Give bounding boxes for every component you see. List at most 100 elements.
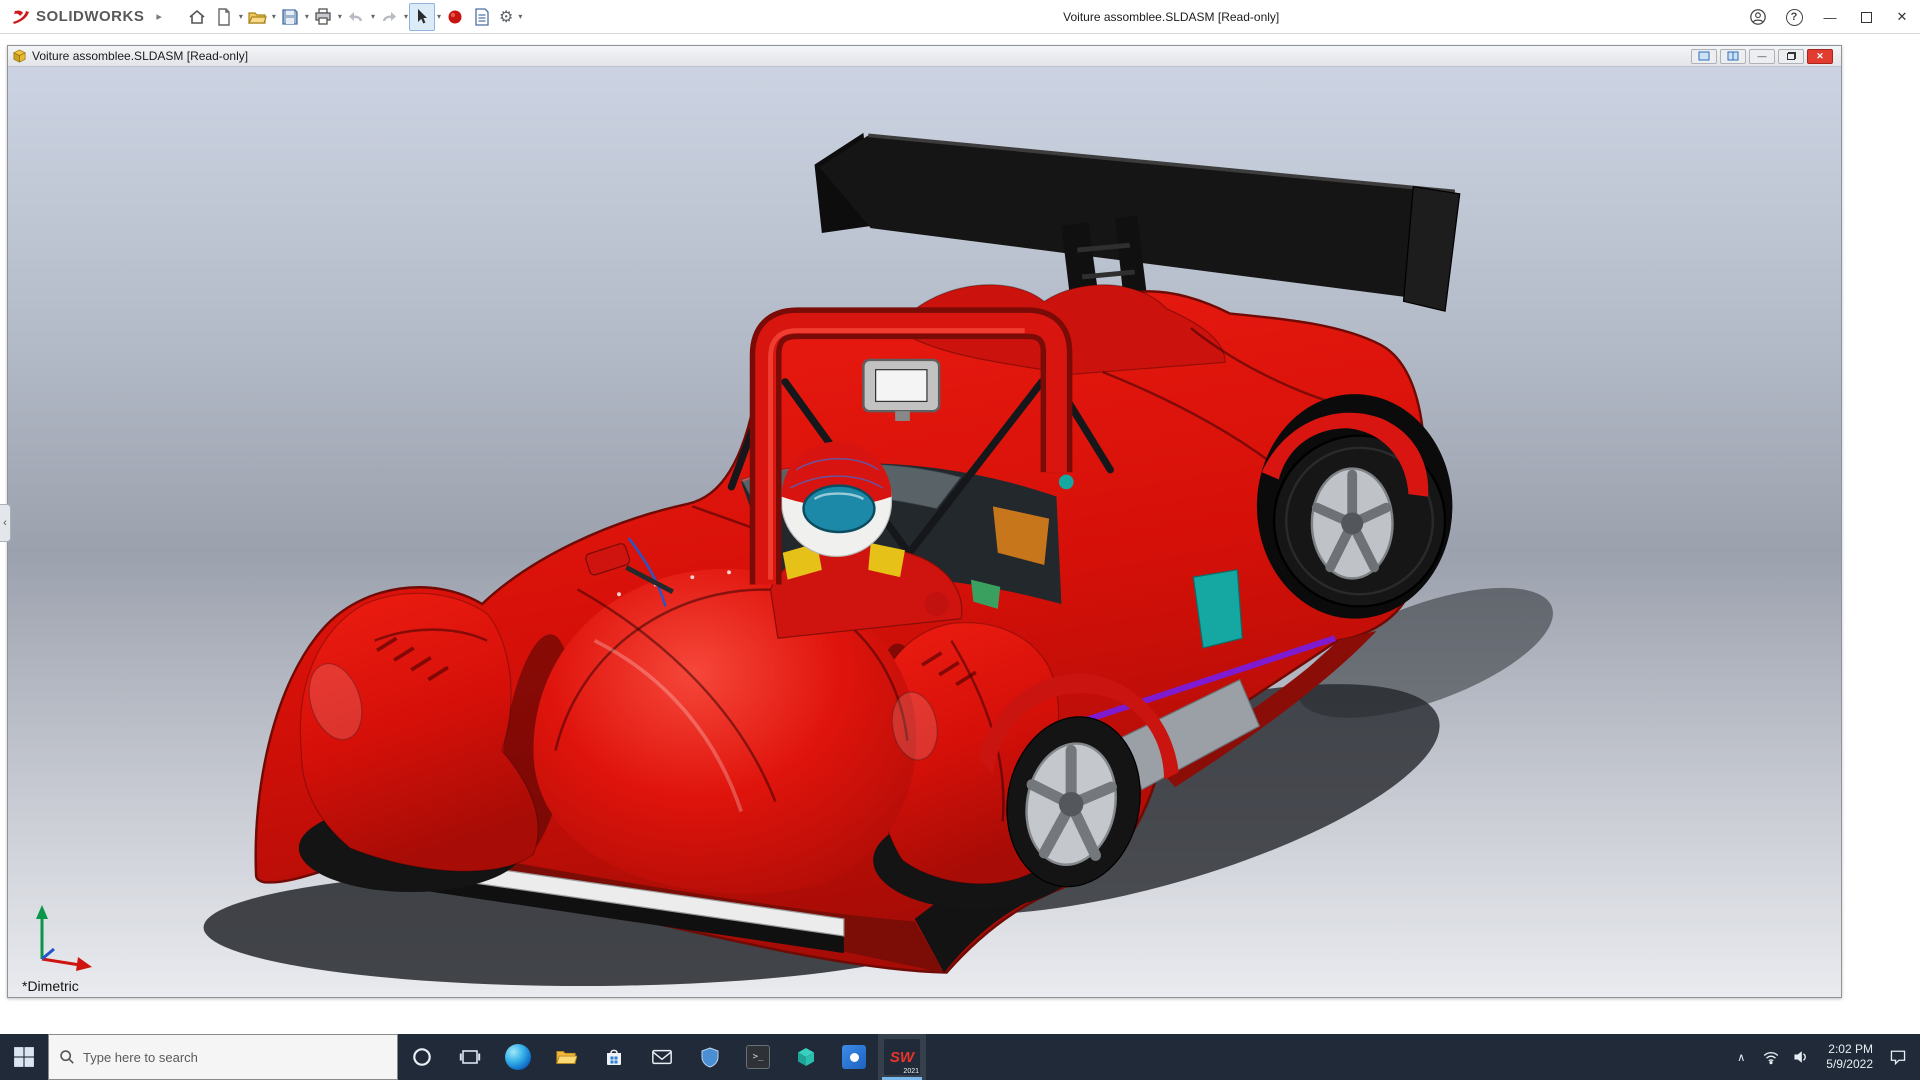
assembly-doc-icon <box>12 49 27 64</box>
action-center-button[interactable] <box>1883 1048 1913 1066</box>
model-viewport[interactable] <box>8 67 1841 997</box>
undo-button[interactable] <box>343 3 369 31</box>
chevron-up-icon: ∧ <box>1737 1051 1745 1064</box>
feature-panel-expand-handle[interactable]: ‹ <box>0 504 11 542</box>
store-icon <box>603 1046 625 1068</box>
document-title-bar[interactable]: Voiture assomblee.SLDASM [Read-only] — ✕ <box>8 46 1841 67</box>
shield-icon <box>699 1046 721 1068</box>
view-orientation-label: *Dimetric <box>22 978 79 994</box>
task-view-icon <box>459 1046 481 1068</box>
document-title: Voiture assomblee.SLDASM [Read-only] <box>32 49 1691 63</box>
console-icon: >_ <box>746 1045 770 1069</box>
doc-pane-button-1[interactable] <box>1691 49 1717 64</box>
doc-restore-button[interactable] <box>1778 49 1804 64</box>
taskbar-app-blue-tile[interactable] <box>830 1034 878 1080</box>
solidworks-app: SOLIDWORKS ▸ ▾ ▾ ▾ ▾ ▾ ▾ <box>0 0 1920 1080</box>
app-title-bar: SOLIDWORKS ▸ ▾ ▾ ▾ ▾ ▾ ▾ <box>0 0 1920 34</box>
mdi-workspace: Voiture assomblee.SLDASM [Read-only] — ✕ <box>0 34 1920 1034</box>
cube-3d-icon <box>795 1046 817 1068</box>
network-button[interactable] <box>1756 1048 1786 1066</box>
wheel-rear-right[interactable] <box>1257 394 1453 619</box>
taskbar-app-mail[interactable] <box>638 1034 686 1080</box>
console-prompt-glyph: >_ <box>753 1052 764 1062</box>
notification-icon <box>1889 1048 1907 1066</box>
cortana-icon <box>411 1046 433 1068</box>
taskbar-app-edge[interactable] <box>494 1034 542 1080</box>
orientation-triad <box>26 901 98 973</box>
wifi-icon <box>1762 1048 1780 1066</box>
sw-year: 2021 <box>903 1068 919 1075</box>
mail-icon <box>651 1046 673 1068</box>
cortana-button[interactable] <box>398 1034 446 1080</box>
taskbar-app-3d-viewer[interactable] <box>782 1034 830 1080</box>
file-properties-button[interactable] <box>469 3 495 31</box>
select-dropdown-caret[interactable]: ▾ <box>437 12 441 21</box>
open-button[interactable] <box>244 3 270 31</box>
taskbar-app-solidworks-active[interactable]: SW 2021 <box>878 1034 926 1080</box>
tray-overflow-button[interactable]: ∧ <box>1726 1051 1756 1064</box>
edge-icon <box>505 1044 531 1070</box>
redo-dropdown-caret[interactable]: ▾ <box>404 12 408 21</box>
print-button[interactable] <box>310 3 336 31</box>
restore-icon <box>1787 52 1796 60</box>
windows-logo-icon <box>13 1046 35 1068</box>
document-window-controls: — ✕ <box>1691 49 1837 64</box>
windows-taskbar: >_ SW 2021 ∧ <box>0 1034 1920 1080</box>
taskbar-app-console[interactable]: >_ <box>734 1034 782 1080</box>
doc-pane-button-2[interactable] <box>1720 49 1746 64</box>
select-tool-button[interactable] <box>409 3 435 31</box>
taskbar-app-store[interactable] <box>590 1034 638 1080</box>
solidworks-app-icon: SW 2021 <box>884 1039 920 1075</box>
account-button[interactable] <box>1740 0 1776 34</box>
app-close-button[interactable]: ✕ <box>1884 0 1920 34</box>
open-dropdown-caret[interactable]: ▾ <box>272 12 276 21</box>
doc-close-button[interactable]: ✕ <box>1807 49 1833 64</box>
system-tray: ∧ 2:02 PM 5/9/2022 <box>1726 1034 1920 1080</box>
volume-button[interactable] <box>1786 1048 1816 1066</box>
help-icon: ? <box>1786 9 1803 26</box>
window-layout-icon <box>1698 51 1710 61</box>
search-icon <box>59 1049 75 1065</box>
brand-text: SOLIDWORKS <box>36 8 144 25</box>
clock-time: 2:02 PM <box>1828 1042 1873 1057</box>
undo-dropdown-caret[interactable]: ▾ <box>371 12 375 21</box>
options-gear-button[interactable]: ⚙ <box>496 3 516 31</box>
ds-logo-icon <box>10 8 32 26</box>
taskbar-search[interactable] <box>48 1034 398 1080</box>
taskbar-app-security[interactable] <box>686 1034 734 1080</box>
app-maximize-button[interactable] <box>1848 0 1884 34</box>
app-window-title: Voiture assomblee.SLDASM [Read-only] <box>1063 10 1279 24</box>
clock-date: 5/9/2022 <box>1826 1057 1873 1072</box>
doc-minimize-button[interactable]: — <box>1749 49 1775 64</box>
task-view-button[interactable] <box>446 1034 494 1080</box>
new-dropdown-caret[interactable]: ▾ <box>239 12 243 21</box>
new-document-button[interactable] <box>211 3 237 31</box>
document-window: Voiture assomblee.SLDASM [Read-only] — ✕ <box>7 45 1842 998</box>
print-dropdown-caret[interactable]: ▾ <box>338 12 342 21</box>
speaker-icon <box>1792 1048 1810 1066</box>
window-split-icon <box>1727 51 1739 61</box>
rebuild-button[interactable] <box>442 3 468 31</box>
gear-icon: ⚙ <box>499 7 513 27</box>
menu-expand-arrow[interactable]: ▸ <box>156 10 162 23</box>
options-dropdown-caret[interactable]: ▾ <box>518 12 522 21</box>
quick-access-toolbar: ▾ ▾ ▾ ▾ ▾ ▾ ▾ <box>184 3 522 31</box>
help-button[interactable]: ? <box>1776 0 1812 34</box>
save-button[interactable] <box>277 3 303 31</box>
taskbar-clock[interactable]: 2:02 PM 5/9/2022 <box>1816 1042 1883 1072</box>
start-button[interactable] <box>0 1034 48 1080</box>
home-button[interactable] <box>184 3 210 31</box>
file-explorer-icon <box>555 1046 577 1068</box>
app-minimize-button[interactable]: — <box>1812 0 1848 34</box>
save-dropdown-caret[interactable]: ▾ <box>305 12 309 21</box>
graphics-viewport[interactable]: *Dimetric <box>8 67 1841 997</box>
panel-arrow-icon: ‹ <box>3 517 7 529</box>
redo-button[interactable] <box>376 3 402 31</box>
taskbar-app-file-explorer[interactable] <box>542 1034 590 1080</box>
blue-app-icon <box>842 1045 866 1069</box>
camera-box[interactable] <box>863 360 939 421</box>
titlebar-controls: ? — ✕ <box>1740 0 1920 34</box>
account-icon <box>1749 8 1767 26</box>
sw-mark: SW <box>890 1049 914 1066</box>
search-input[interactable] <box>83 1050 387 1065</box>
